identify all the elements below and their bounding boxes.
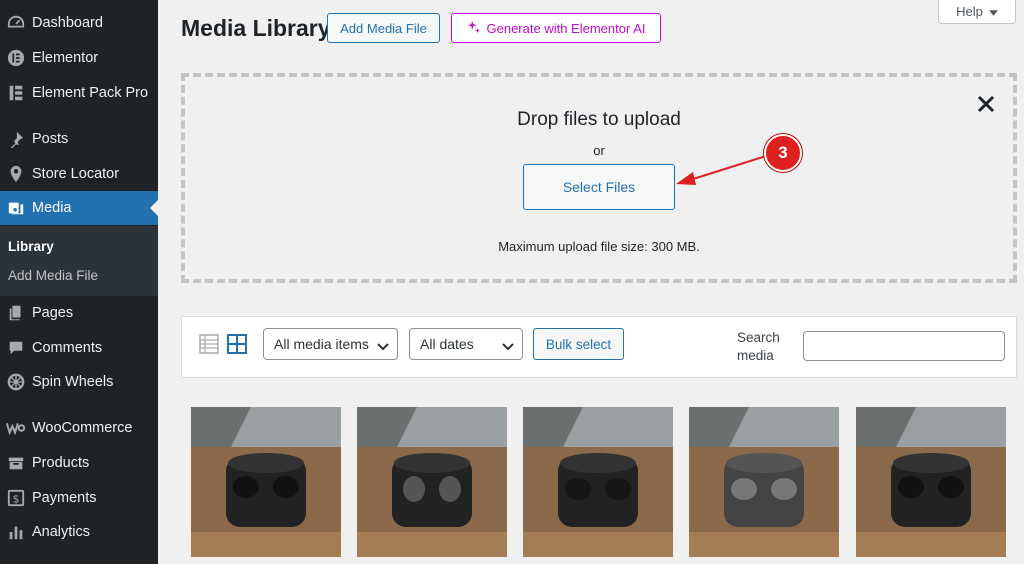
caret-down-icon [988, 4, 998, 19]
drop-files-title: Drop files to upload [517, 109, 681, 130]
grid-view-icon[interactable] [227, 334, 247, 354]
sidebar-item-label: Elementor [32, 50, 99, 66]
sidebar-item-label: Products [32, 455, 90, 471]
svg-text:$: $ [13, 493, 20, 506]
sidebar-item-label: Element Pack Pro [32, 85, 149, 101]
sidebar-item-label: Posts [32, 131, 69, 147]
comments-icon [0, 339, 32, 357]
or-text: or [593, 143, 605, 158]
sidebar-item-spin-wheels[interactable]: Spin Wheels [0, 365, 158, 399]
list-view-icon[interactable] [199, 334, 219, 354]
search-media-input[interactable] [803, 331, 1005, 361]
search-media-label: Search media [737, 330, 780, 363]
sidebar-item-products[interactable]: Products [0, 446, 158, 480]
step-number-badge: 3 [764, 134, 802, 172]
sidebar-item-woocommerce[interactable]: WooCommerce [0, 411, 158, 445]
sidebar-item-label: Media [32, 200, 72, 216]
analytics-icon [0, 523, 32, 541]
close-icon[interactable] [975, 93, 997, 115]
help-label: Help [956, 4, 983, 19]
products-icon [0, 454, 32, 472]
sidebar-item-label: Store Locator [32, 166, 120, 182]
sidebar-item-dashboard[interactable]: Dashboard [0, 6, 158, 40]
admin-sidebar: Dashboard Elementor Element Pack Pro Pos… [0, 0, 158, 564]
sparkle-icon [467, 20, 481, 37]
bulk-select-button[interactable]: Bulk select [533, 328, 624, 360]
media-icon [0, 199, 32, 217]
help-tab-button[interactable]: Help [938, 0, 1016, 24]
media-type-filter-value: All media items [274, 336, 369, 352]
sidebar-item-label: Analytics [32, 524, 91, 540]
date-filter-select[interactable]: All dates [409, 328, 523, 360]
submenu-item-library[interactable]: Library [8, 239, 54, 254]
location-icon [0, 165, 32, 183]
media-thumbnail[interactable] [357, 407, 507, 557]
sidebar-item-label: WooCommerce [32, 420, 133, 436]
date-filter-value: All dates [420, 336, 474, 352]
sidebar-item-analytics[interactable]: Analytics [0, 515, 158, 549]
elementor-icon [0, 49, 32, 67]
sidebar-item-comments[interactable]: Comments [0, 331, 158, 365]
media-toolbar: All media items All dates Bulk select Se… [181, 316, 1017, 378]
select-files-button[interactable]: Select Files [523, 164, 675, 210]
woocommerce-icon [0, 421, 32, 435]
media-thumbnail[interactable] [191, 407, 341, 557]
max-upload-size-text: Maximum upload file size: 300 MB. [498, 239, 700, 254]
sidebar-item-element-pack-pro[interactable]: Element Pack Pro [0, 76, 158, 110]
media-thumbnail[interactable] [523, 407, 673, 557]
generate-with-elementor-ai-button[interactable]: Generate with Elementor AI [451, 13, 661, 43]
dashboard-icon [0, 14, 32, 32]
sidebar-item-label: Dashboard [32, 15, 103, 31]
media-thumbnail[interactable] [689, 407, 839, 557]
sidebar-item-label: Spin Wheels [32, 374, 114, 390]
sidebar-item-label: Comments [32, 340, 103, 356]
sidebar-item-media[interactable]: Media [0, 191, 158, 225]
chevron-down-icon [502, 339, 514, 355]
upload-drop-zone[interactable]: Drop files to upload or Select Files Max… [181, 73, 1017, 283]
sidebar-item-label: Payments [32, 490, 97, 506]
sidebar-item-payments[interactable]: $ Payments [0, 481, 158, 515]
pin-icon [0, 130, 32, 148]
chevron-down-icon [377, 339, 389, 355]
submenu-item-add-media-file[interactable]: Add Media File [8, 268, 98, 283]
sidebar-item-elementor[interactable]: Elementor [0, 41, 158, 75]
sidebar-item-store-locator[interactable]: Store Locator [0, 157, 158, 191]
element-pack-icon [0, 84, 32, 102]
pages-icon [0, 304, 32, 322]
sidebar-item-label: Pages [32, 305, 74, 321]
wheel-icon [0, 373, 32, 391]
page-title: Media Library [181, 15, 331, 41]
media-submenu: Library Add Media File [0, 226, 158, 296]
sidebar-item-pages[interactable]: Pages [0, 296, 158, 330]
ai-button-label: Generate with Elementor AI [486, 20, 646, 36]
payments-icon: $ [0, 489, 32, 507]
media-thumbnail[interactable] [856, 407, 1006, 557]
sidebar-item-posts[interactable]: Posts [0, 122, 158, 156]
add-media-file-button[interactable]: Add Media File [327, 13, 440, 43]
media-type-filter-select[interactable]: All media items [263, 328, 398, 360]
